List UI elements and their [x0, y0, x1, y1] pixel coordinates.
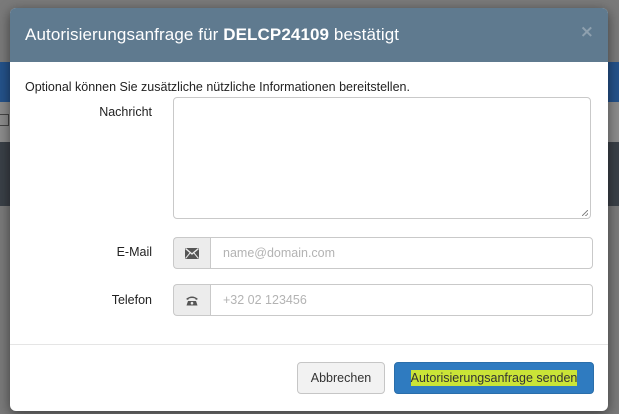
resize-handle-icon[interactable] [582, 210, 588, 216]
close-icon[interactable]: × [580, 22, 594, 42]
email-label: E-Mail [116, 245, 152, 259]
authorization-dialog: Autorisierungsanfrage für DELCP24109 bes… [10, 8, 608, 411]
envelope-icon [173, 237, 210, 269]
dialog-title-prefix: Autorisierungsanfrage für [25, 25, 224, 44]
email-input[interactable] [210, 237, 593, 269]
dialog-title: Autorisierungsanfrage für DELCP24109 bes… [25, 25, 399, 45]
background-icon [0, 114, 9, 126]
intro-text: Optional können Sie zusätzliche nützlich… [25, 80, 410, 94]
dialog-header: Autorisierungsanfrage für DELCP24109 bes… [10, 8, 608, 62]
phone-input-group [173, 284, 593, 316]
message-textarea[interactable] [173, 97, 591, 219]
envelope-icon-glyph [185, 247, 199, 259]
phone-icon-glyph [186, 296, 198, 305]
email-input-group [173, 237, 593, 269]
dialog-title-suffix: bestätigt [329, 25, 400, 44]
send-request-label: Autorisierungsanfrage senden [410, 370, 578, 386]
phone-input[interactable] [210, 284, 593, 316]
cancel-button[interactable]: Abbrechen [297, 362, 385, 394]
phone-label: Telefon [111, 293, 152, 307]
dialog-title-code: DELCP24109 [223, 25, 330, 44]
send-request-button[interactable]: Autorisierungsanfrage senden [394, 362, 594, 394]
phone-icon [173, 284, 210, 316]
footer-divider [10, 344, 608, 345]
message-label: Nachricht [99, 105, 152, 119]
